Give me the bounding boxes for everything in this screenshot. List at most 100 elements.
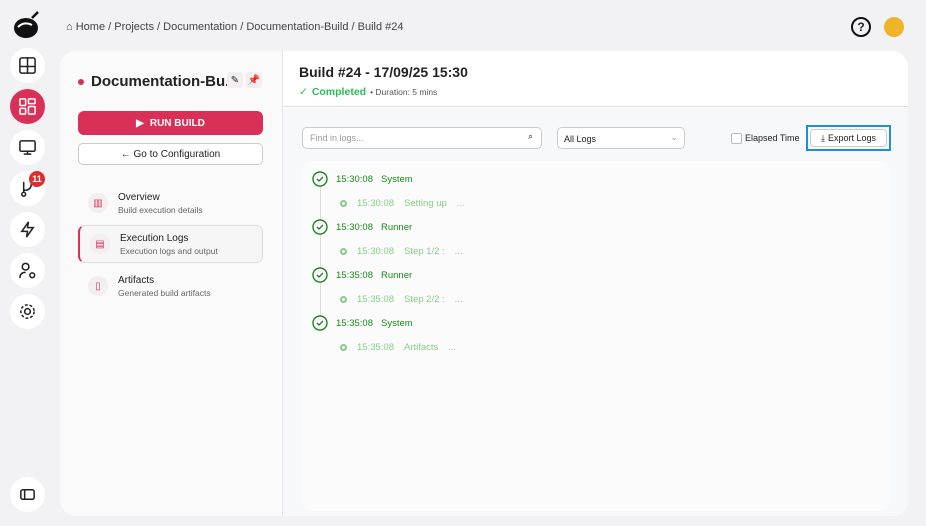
step-more[interactable]: ...	[455, 246, 463, 257]
log-source: Runner	[380, 221, 413, 233]
log-entry[interactable]: 15:35:08 Runner	[312, 267, 412, 283]
check-circle-icon	[312, 315, 328, 331]
grid-icon	[19, 98, 36, 115]
breadcrumb-build: Build #24	[357, 21, 404, 33]
download-icon: ⤓	[820, 132, 825, 143]
breadcrumb-pipeline[interactable]: Documentation-Build	[246, 21, 348, 33]
duration: • Duration: 5 mins	[370, 87, 438, 97]
step-more[interactable]: ...	[448, 342, 456, 353]
go-to-configuration-button[interactable]: ← Go to Configuration	[78, 143, 263, 165]
circle-icon	[340, 248, 347, 255]
projects-nav-button[interactable]	[10, 89, 45, 124]
breadcrumb: ⌂ Home / Projects / Documentation / Docu…	[66, 21, 404, 33]
chart-icon: ▥	[88, 193, 108, 213]
home-icon: ⌂	[66, 21, 73, 33]
elapsed-time-checkbox[interactable]	[731, 133, 742, 144]
nav-subtitle: Build execution details	[118, 204, 203, 215]
step-text: Setting up	[403, 198, 447, 209]
step-more[interactable]: ...	[455, 294, 463, 305]
log-time: 15:30:08	[336, 173, 373, 185]
pipeline-name: Documentation-Bu...	[91, 73, 238, 90]
sidebar-icon	[20, 488, 35, 501]
document-icon: ▤	[90, 234, 110, 254]
nav-title: Overview	[118, 191, 160, 203]
avatar[interactable]	[884, 17, 904, 37]
log-source: Runner	[380, 269, 413, 281]
pin-icon[interactable]: 📌	[246, 72, 262, 88]
log-entry[interactable]: 15:30:08 Runner	[312, 219, 412, 235]
nav-title: Execution Logs	[120, 232, 189, 244]
step-text: Artifacts	[403, 342, 439, 353]
nav-artifacts[interactable]: ▯ Artifacts Generated build artifacts	[78, 267, 263, 305]
breadcrumb-documentation[interactable]: Documentation	[163, 21, 237, 33]
user-settings-nav-button[interactable]	[10, 253, 45, 288]
run-build-label: RUN BUILD	[149, 117, 205, 129]
search-input[interactable]: Find in logs... ⌕	[302, 127, 542, 149]
log-time: 15:35:08	[336, 317, 373, 329]
check-circle-icon	[312, 171, 328, 187]
log-source: System	[380, 173, 413, 185]
logo[interactable]	[12, 10, 42, 40]
nav-subtitle: Execution logs and output	[120, 245, 218, 256]
logs-panel: Find in logs... ⌕ All Logs ⌄ Elapsed Time …	[283, 108, 908, 516]
pipeline-sidebar: Documentation-Bu... ✎ 📌 ▶ RUN BUILD ← Go …	[60, 51, 283, 516]
log-step[interactable]: 15:35:08 Step 2/2 :...	[340, 294, 463, 305]
breadcrumb-home[interactable]: Home	[76, 21, 105, 33]
dashboard-nav-button[interactable]	[10, 48, 45, 83]
help-icon[interactable]: ?	[851, 17, 871, 37]
nav-title: Artifacts	[118, 274, 155, 286]
step-time: 15:35:08	[357, 342, 394, 353]
notification-badge: 11	[29, 171, 45, 187]
log-list: 15:30:08 System 15:30:08 Setting up... 15:3…	[302, 161, 890, 511]
chevron-down-icon: ⌄	[670, 132, 678, 142]
log-source: System	[380, 317, 413, 329]
step-more[interactable]: ...	[457, 198, 465, 209]
main-card: Documentation-Bu... ✎ 📌 ▶ RUN BUILD ← Go …	[60, 51, 908, 516]
filter-value: All Logs	[564, 134, 597, 144]
circle-icon	[340, 296, 347, 303]
user-gear-icon	[19, 262, 36, 279]
layout-icon	[19, 57, 36, 74]
search-placeholder: Find in logs...	[310, 133, 364, 143]
lightning-icon	[20, 221, 35, 238]
breadcrumb-projects[interactable]: Projects	[114, 21, 154, 33]
nav-subtitle: Generated build artifacts	[118, 287, 211, 298]
play-icon: ▶	[136, 117, 144, 129]
step-time: 15:35:08	[357, 294, 394, 305]
step-text: Step 2/2 :	[403, 294, 445, 305]
step-text: Step 1/2 :	[403, 246, 445, 257]
status-dot	[78, 78, 84, 85]
file-archive-icon: ▯	[88, 276, 108, 296]
export-label: Export Logs	[827, 133, 876, 143]
nav-overview[interactable]: ▥ Overview Build execution details	[78, 184, 263, 222]
run-build-button[interactable]: ▶ RUN BUILD	[78, 111, 263, 135]
log-step[interactable]: 15:30:08 Setting up...	[340, 198, 465, 209]
edit-icon[interactable]: ✎	[227, 72, 243, 88]
status-badge: Completed	[311, 86, 367, 98]
circle-icon	[340, 344, 347, 351]
search-icon: ⌕	[527, 131, 533, 141]
pipeline-title: Documentation-Bu...	[78, 73, 238, 90]
log-entry[interactable]: 15:35:08 System	[312, 315, 413, 331]
sidebar-toggle-button[interactable]	[10, 477, 45, 512]
build-header: Build #24 - 17/09/25 15:30 ✓ Completed • D…	[283, 51, 908, 107]
export-logs-button[interactable]: ⤓ Export Logs	[806, 125, 891, 151]
gear-icon	[20, 304, 35, 319]
monitor-nav-button[interactable]	[10, 130, 45, 165]
elapsed-time-label: Elapsed Time	[745, 133, 800, 143]
check-circle-icon	[312, 219, 328, 235]
log-time: 15:30:08	[336, 221, 373, 233]
check-circle-icon: ✓	[299, 86, 308, 98]
monitor-icon	[19, 140, 36, 155]
log-filter-select[interactable]: All Logs ⌄	[557, 127, 685, 149]
step-time: 15:30:08	[357, 198, 394, 209]
log-step[interactable]: 15:35:08 Artifacts...	[340, 342, 456, 353]
build-title: Build #24 - 17/09/25 15:30	[299, 64, 468, 80]
settings-nav-button[interactable]	[10, 294, 45, 329]
timeline-line	[320, 181, 321, 331]
nav-execution-logs[interactable]: ▤ Execution Logs Execution logs and output	[78, 225, 263, 263]
actions-nav-button[interactable]	[10, 212, 45, 247]
log-entry[interactable]: 15:30:08 System	[312, 171, 413, 187]
log-step[interactable]: 15:30:08 Step 1/2 :...	[340, 246, 463, 257]
check-circle-icon	[312, 267, 328, 283]
